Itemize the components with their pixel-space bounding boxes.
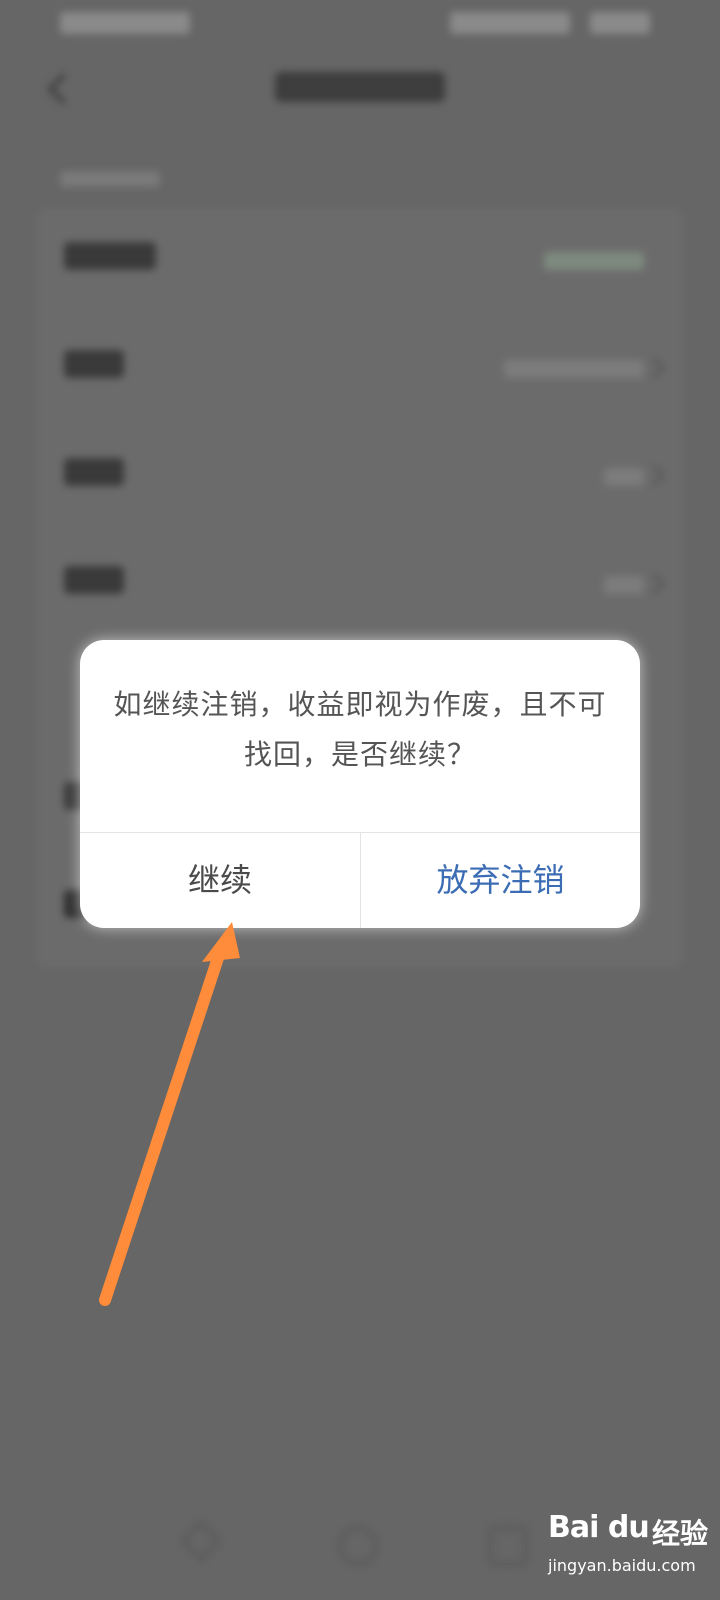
section-label-blurred	[60, 168, 160, 192]
row-label-blurred	[64, 350, 124, 386]
nav-back-icon[interactable]	[179, 1519, 223, 1563]
settings-row[interactable]	[36, 208, 684, 316]
row-value-blurred	[604, 576, 644, 594]
settings-row[interactable]	[36, 424, 684, 532]
watermark-brand: 经验	[652, 1517, 709, 1550]
baidu-jingyan-watermark: Bai du 经验 jingyan.baidu.com	[548, 1510, 708, 1590]
status-battery-icon	[450, 12, 570, 34]
row-value-blurred	[544, 252, 644, 270]
continue-button[interactable]: 继续	[80, 833, 360, 928]
chevron-right-icon	[643, 464, 666, 487]
row-value-blurred	[504, 360, 644, 378]
page-title-blurred	[0, 72, 720, 110]
nav-header	[0, 60, 720, 126]
confirm-dialog: 如继续注销，收益即视为作废，且不可找回，是否继续？ 继续 放弃注销	[80, 640, 640, 928]
status-bar	[0, 0, 720, 50]
watermark-url: jingyan.baidu.com	[548, 1556, 696, 1575]
settings-row[interactable]	[36, 532, 684, 640]
row-value-blurred	[604, 468, 644, 486]
chevron-right-icon	[643, 572, 666, 595]
row-label-blurred	[64, 242, 156, 278]
status-time	[590, 12, 650, 34]
status-signal-icon	[60, 12, 190, 34]
nav-recents-icon[interactable]	[488, 1526, 528, 1566]
row-label-blurred	[64, 566, 124, 602]
nav-home-icon[interactable]	[338, 1526, 378, 1566]
screen: 如继续注销，收益即视为作废，且不可找回，是否继续？ 继续 放弃注销 Bai du…	[0, 0, 720, 1600]
chevron-right-icon	[643, 356, 666, 379]
watermark-logo-icon: Bai du	[548, 1510, 650, 1545]
settings-row[interactable]	[36, 316, 684, 424]
abandon-deactivation-button[interactable]: 放弃注销	[361, 833, 640, 928]
row-label-blurred	[64, 458, 124, 494]
dialog-message: 如继续注销，收益即视为作废，且不可找回，是否继续？	[113, 688, 607, 771]
